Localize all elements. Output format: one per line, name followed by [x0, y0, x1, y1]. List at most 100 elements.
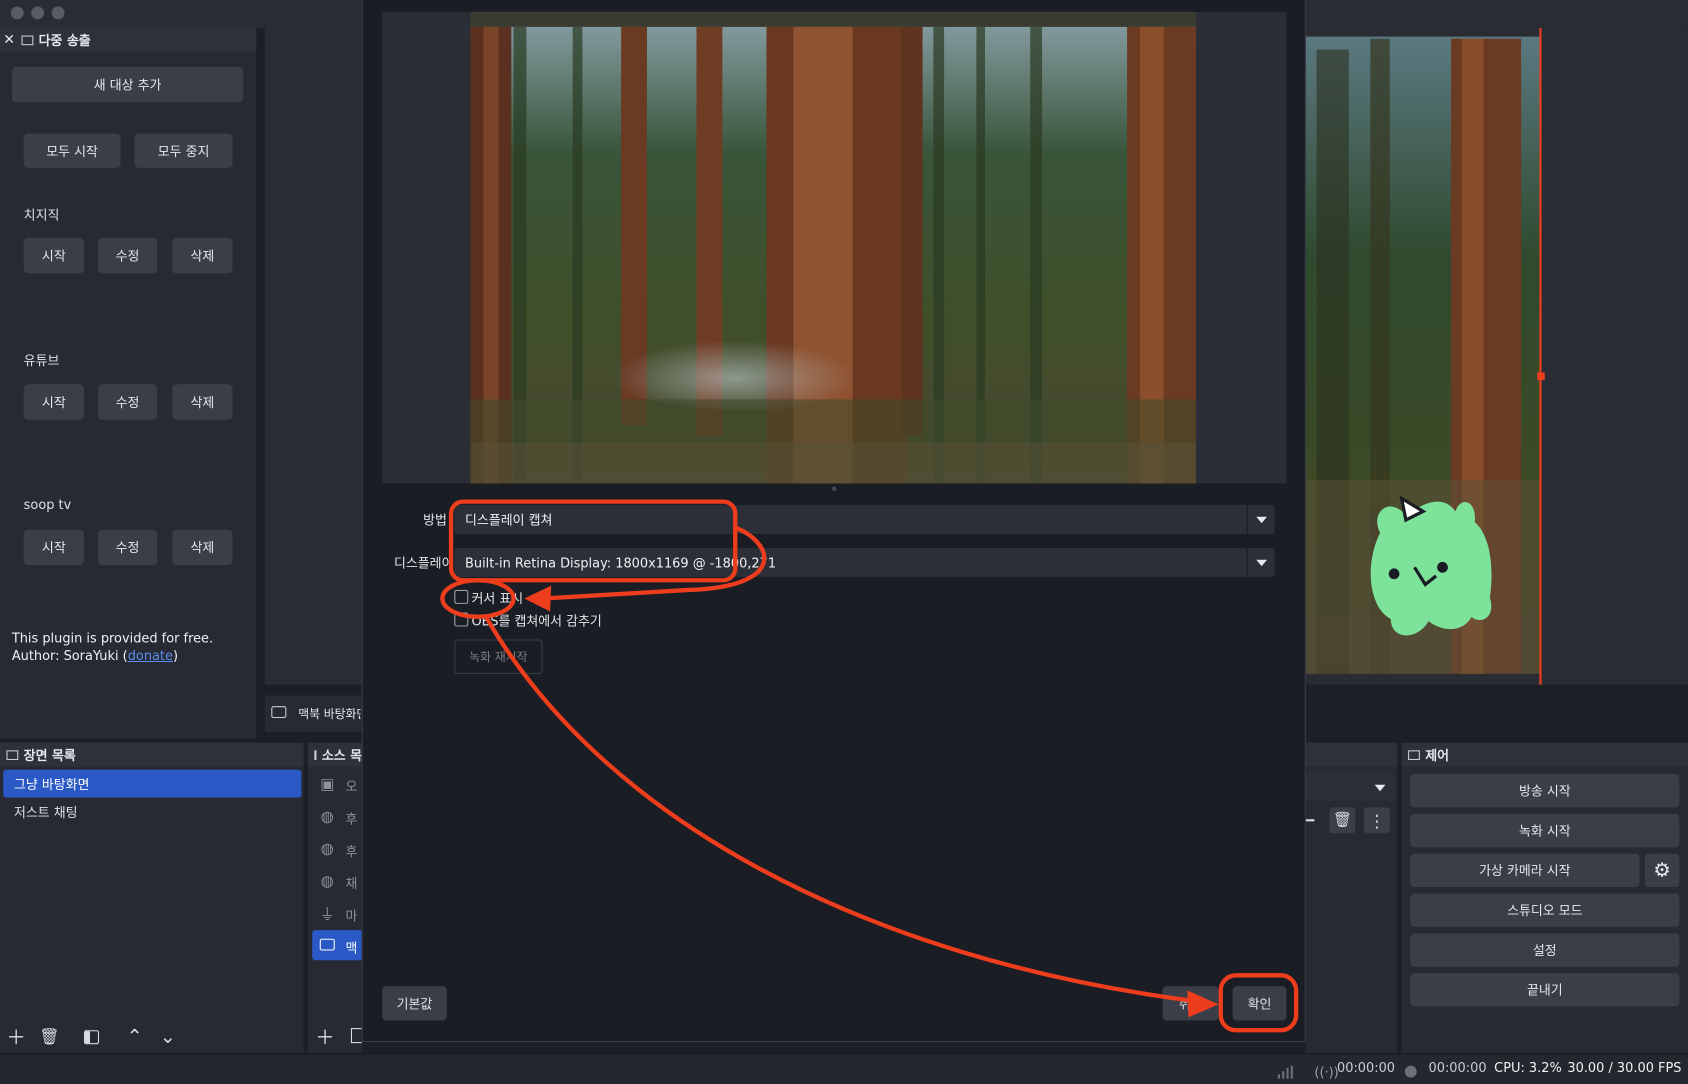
start-all-button[interactable]: 모두 시작: [23, 133, 121, 168]
display-capture-preview-image: [470, 11, 1196, 484]
globe-icon: ◍: [320, 873, 334, 891]
source-item[interactable]: 마: [346, 906, 358, 924]
add-scene-icon[interactable]: ＋: [3, 1024, 29, 1050]
target-edit-button[interactable]: 수정: [97, 529, 158, 566]
preview-resize-handle[interactable]: [1537, 372, 1545, 381]
move-scene-down-icon[interactable]: ⌄: [155, 1024, 181, 1050]
start-record-button[interactable]: 녹화 시작: [1410, 813, 1680, 848]
method-value: 디스플레이 캡쳐: [465, 512, 553, 528]
display-select[interactable]: Built-in Retina Display: 1800x1169 @ -18…: [454, 547, 1275, 578]
microphone-icon: ⏚: [319, 906, 335, 924]
scene-filters-icon[interactable]: [79, 1024, 105, 1050]
method-label: 방법: [423, 512, 447, 528]
image-icon: ▣: [320, 776, 335, 794]
source-item-label: 맥: [345, 940, 358, 956]
broadcast-icon: ((·)): [1314, 1064, 1339, 1080]
target-delete-button[interactable]: 삭제: [172, 237, 233, 274]
plugin-author: Author: SoraYuki (donate): [12, 648, 178, 663]
stream-time: 00:00:00: [1337, 1060, 1396, 1076]
preview-left-area: [264, 27, 362, 685]
target-name: 치지직: [23, 207, 60, 223]
add-target-button[interactable]: 새 대상 추가: [11, 66, 244, 103]
target-delete-button[interactable]: 삭제: [172, 384, 233, 420]
target-name: 유튜브: [23, 353, 60, 369]
preview-crop-line: [1539, 27, 1542, 685]
donate-link[interactable]: donate: [128, 648, 173, 663]
chevron-down-icon: [1246, 504, 1275, 534]
sources-dock-header: 소스 목: [307, 742, 362, 767]
source-properties-dialog: 방법 디스플레이 캡쳐 디스플레이 Built-in Retina Displa…: [361, 0, 1306, 1043]
mascot-image: [1370, 495, 1492, 636]
dock-window-icon: [21, 34, 34, 45]
show-cursor-label: 커서 표시: [471, 590, 524, 607]
stop-all-button[interactable]: 모두 중지: [134, 133, 233, 168]
ok-button[interactable]: 확인: [1232, 986, 1287, 1021]
scenes-dock-header: 장면 목록: [0, 742, 304, 767]
hide-obs-checkbox[interactable]: [454, 612, 469, 627]
chevron-down-icon: [1374, 784, 1386, 792]
monitor-icon: [271, 706, 287, 719]
target-start-button[interactable]: 시작: [23, 237, 84, 274]
remove-icon[interactable]: [1305, 819, 1315, 822]
fps-readout: 30.00 / 30.00 FPS: [1567, 1060, 1682, 1076]
restart-capture-button[interactable]: 녹화 재시작: [454, 639, 543, 674]
record-indicator-icon: [1404, 1065, 1417, 1078]
controls-dock-header: 제어: [1401, 742, 1688, 767]
exit-button[interactable]: 끝내기: [1410, 973, 1680, 1007]
selected-source-label: 맥북 바탕화면: [298, 707, 361, 722]
sources-title: 소스 목: [321, 747, 362, 763]
target-delete-button[interactable]: 삭제: [172, 529, 233, 566]
cancel-button[interactable]: 취소: [1162, 986, 1219, 1021]
minimize-window-button[interactable]: [31, 6, 45, 20]
dock-window-icon: [6, 749, 19, 760]
source-item[interactable]: 후: [346, 842, 358, 860]
globe-icon: ◍: [320, 840, 334, 858]
studio-mode-button[interactable]: 스튜디오 모드: [1410, 893, 1680, 927]
chevron-down-icon: [1246, 547, 1275, 578]
source-item[interactable]: 오: [346, 777, 358, 795]
target-edit-button[interactable]: 수정: [97, 237, 158, 274]
plugin-note: This plugin is provided for free.: [11, 630, 214, 646]
record-time: 00:00:00: [1428, 1060, 1487, 1076]
close-window-button[interactable]: [10, 6, 24, 20]
more-options-icon[interactable]: ⋮: [1363, 807, 1390, 834]
dock-window-icon: [314, 749, 317, 760]
scene-item-selected[interactable]: 그냥 바탕화면: [3, 769, 302, 798]
move-scene-up-icon[interactable]: ⌃: [122, 1024, 148, 1050]
delete-scene-icon[interactable]: 🗑: [37, 1024, 63, 1050]
target-start-button[interactable]: 시작: [23, 529, 84, 566]
target-edit-button[interactable]: 수정: [97, 384, 158, 420]
scene-item[interactable]: 저스트 채팅: [3, 798, 301, 826]
gear-icon[interactable]: ⚙: [1644, 853, 1680, 888]
audio-mixer-header: [1305, 742, 1398, 767]
show-cursor-checkbox[interactable]: [454, 589, 469, 604]
method-select[interactable]: 디스플레이 캡쳐: [454, 504, 1275, 534]
start-virtual-camera-button[interactable]: 가상 카메라 시작: [1410, 853, 1640, 888]
trash-icon[interactable]: 🗑: [1329, 807, 1356, 834]
obs-window: ✕ 다중 송출 새 대상 추가 모두 시작 모두 중지 치지직 시작 수정 삭제…: [0, 0, 1688, 1084]
author-text: Author: SoraYuki (: [11, 648, 128, 664]
start-stream-button[interactable]: 방송 시작: [1410, 774, 1680, 808]
zoom-window-button[interactable]: [51, 6, 65, 20]
controls-title: 제어: [1425, 747, 1450, 763]
source-item[interactable]: 채: [346, 874, 358, 892]
delete-source-icon[interactable]: [350, 1028, 362, 1044]
settings-button[interactable]: 설정: [1410, 933, 1680, 967]
display-label: 디스플레이: [393, 555, 450, 571]
cpu-usage: CPU: 3.2%: [1494, 1060, 1562, 1076]
scenes-title: 장면 목록: [23, 747, 76, 763]
defaults-button[interactable]: 기본값: [382, 986, 447, 1021]
add-source-icon[interactable]: ＋: [312, 1024, 338, 1050]
dock-window-icon: [1408, 749, 1420, 760]
source-item[interactable]: 후: [346, 810, 358, 828]
hide-obs-label: OBS를 캡쳐에서 감추기: [471, 613, 602, 629]
splitter-handle[interactable]: [832, 486, 837, 491]
multistream-title: 다중 송출: [38, 32, 91, 48]
multistream-dock-header: ✕ 다중 송출: [0, 27, 257, 52]
author-suffix: ): [172, 648, 178, 664]
globe-icon: ◍: [320, 808, 334, 826]
target-name: soop tv: [23, 497, 72, 513]
target-start-button[interactable]: 시작: [23, 384, 84, 420]
close-dock-icon[interactable]: ✕: [3, 32, 15, 48]
display-value: Built-in Retina Display: 1800x1169 @ -18…: [465, 554, 777, 571]
